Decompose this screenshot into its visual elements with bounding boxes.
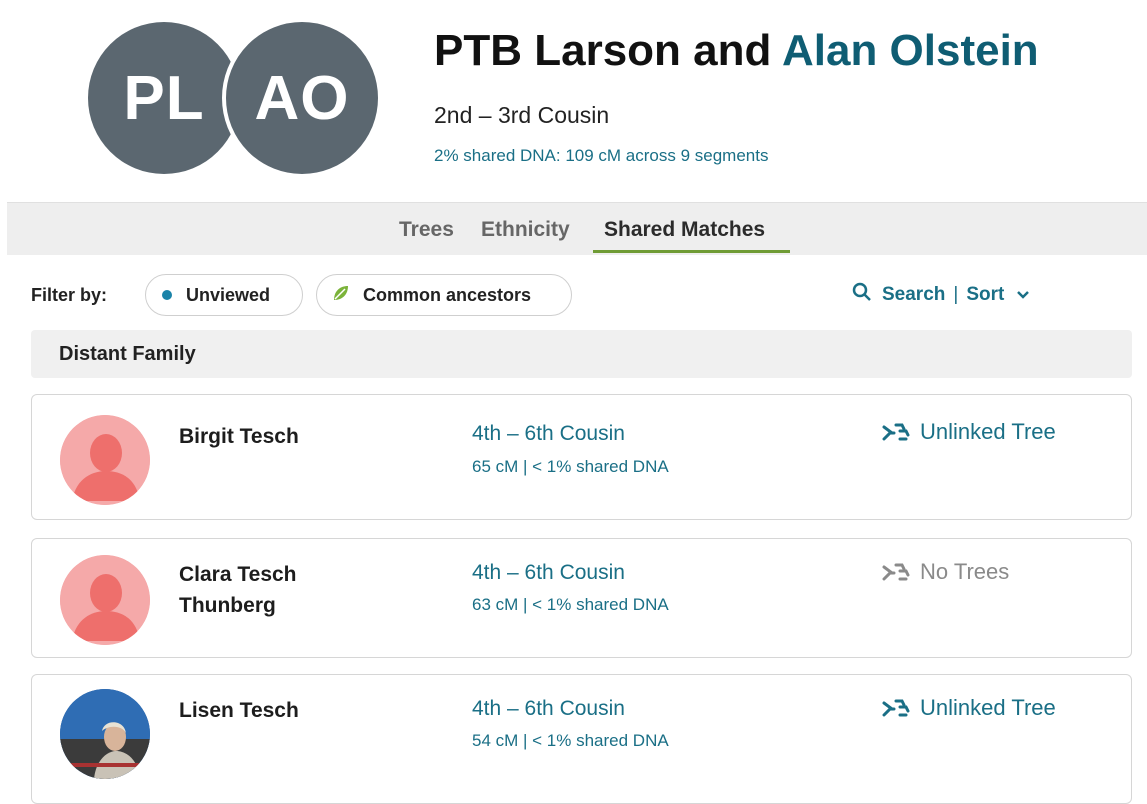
- sort-button[interactable]: Sort: [966, 284, 1004, 306]
- section-header: Distant Family: [31, 330, 1132, 378]
- tree-status: Unlinked Tree: [882, 695, 1056, 721]
- match-relationship: 4th – 6th Cousin: [472, 422, 625, 445]
- silhouette-icon: [60, 555, 150, 645]
- page-title: PTB Larson and Alan Olstein: [434, 26, 1039, 76]
- match-relationship: 4th – 6th Cousin: [472, 697, 625, 720]
- avatar-initials: PL: [123, 63, 205, 133]
- tab-bar: [7, 202, 1147, 255]
- tab-ethnicity[interactable]: Ethnicity: [481, 218, 570, 242]
- search-sort-controls: Search | Sort: [852, 282, 1030, 308]
- filter-common-ancestors-chip[interactable]: Common ancestors: [316, 274, 572, 316]
- silhouette-icon: [60, 415, 150, 505]
- match-name[interactable]: Lisen Tesch: [179, 695, 379, 726]
- shared-dna-link[interactable]: 2% shared DNA: 109 cM across 9 segments: [434, 146, 768, 166]
- match-dna[interactable]: 54 cM | < 1% shared DNA: [472, 731, 669, 751]
- match-relationship: 4th – 6th Cousin: [472, 561, 625, 584]
- tree-status-label: No Trees: [920, 559, 1010, 584]
- match-name[interactable]: Birgit Tesch: [179, 421, 379, 452]
- unlinked-tree-icon: [882, 423, 910, 441]
- chevron-down-icon[interactable]: [1016, 284, 1030, 306]
- title-person-2-link[interactable]: Alan Olstein: [782, 26, 1039, 75]
- tree-status-label: Unlinked Tree: [920, 695, 1056, 720]
- active-tab-indicator: [593, 250, 790, 253]
- title-person-1: PTB Larson: [434, 26, 681, 75]
- match-card[interactable]: Lisen Tesch 4th – 6th Cousin 54 cM | < 1…: [31, 674, 1132, 804]
- match-dna[interactable]: 63 cM | < 1% shared DNA: [472, 595, 669, 615]
- tree-status: Unlinked Tree: [882, 419, 1056, 445]
- tree-status-label: Unlinked Tree: [920, 419, 1056, 444]
- relationship-text: 2nd – 3rd Cousin: [434, 102, 610, 128]
- search-icon[interactable]: [852, 282, 872, 308]
- section-title: Distant Family: [59, 343, 196, 365]
- match-name[interactable]: Clara Tesch Thunberg: [179, 559, 319, 621]
- no-trees-icon: [882, 563, 910, 581]
- chip-label: Common ancestors: [363, 284, 532, 305]
- title-connector: and: [680, 26, 782, 75]
- avatar-initials: AO: [254, 63, 350, 133]
- profile-photo: [60, 689, 150, 779]
- separator: |: [953, 284, 959, 305]
- filter-unviewed-chip[interactable]: Unviewed: [145, 274, 303, 316]
- search-button[interactable]: Search: [882, 284, 945, 306]
- unviewed-dot-icon: [162, 290, 172, 300]
- match-card[interactable]: Clara Tesch Thunberg 4th – 6th Cousin 63…: [31, 538, 1132, 658]
- chip-label: Unviewed: [186, 284, 271, 305]
- tab-shared-matches[interactable]: Shared Matches: [604, 218, 765, 242]
- unlinked-tree-icon: [882, 699, 910, 717]
- leaf-icon: [331, 283, 351, 308]
- tab-trees[interactable]: Trees: [399, 218, 454, 242]
- avatar-pl: PL: [88, 22, 240, 174]
- avatar-ao: AO: [222, 18, 382, 178]
- match-card[interactable]: Birgit Tesch 4th – 6th Cousin 65 cM | < …: [31, 394, 1132, 520]
- filter-label: Filter by:: [31, 285, 108, 305]
- tree-status: No Trees: [882, 559, 1009, 585]
- match-dna[interactable]: 65 cM | < 1% shared DNA: [472, 457, 669, 477]
